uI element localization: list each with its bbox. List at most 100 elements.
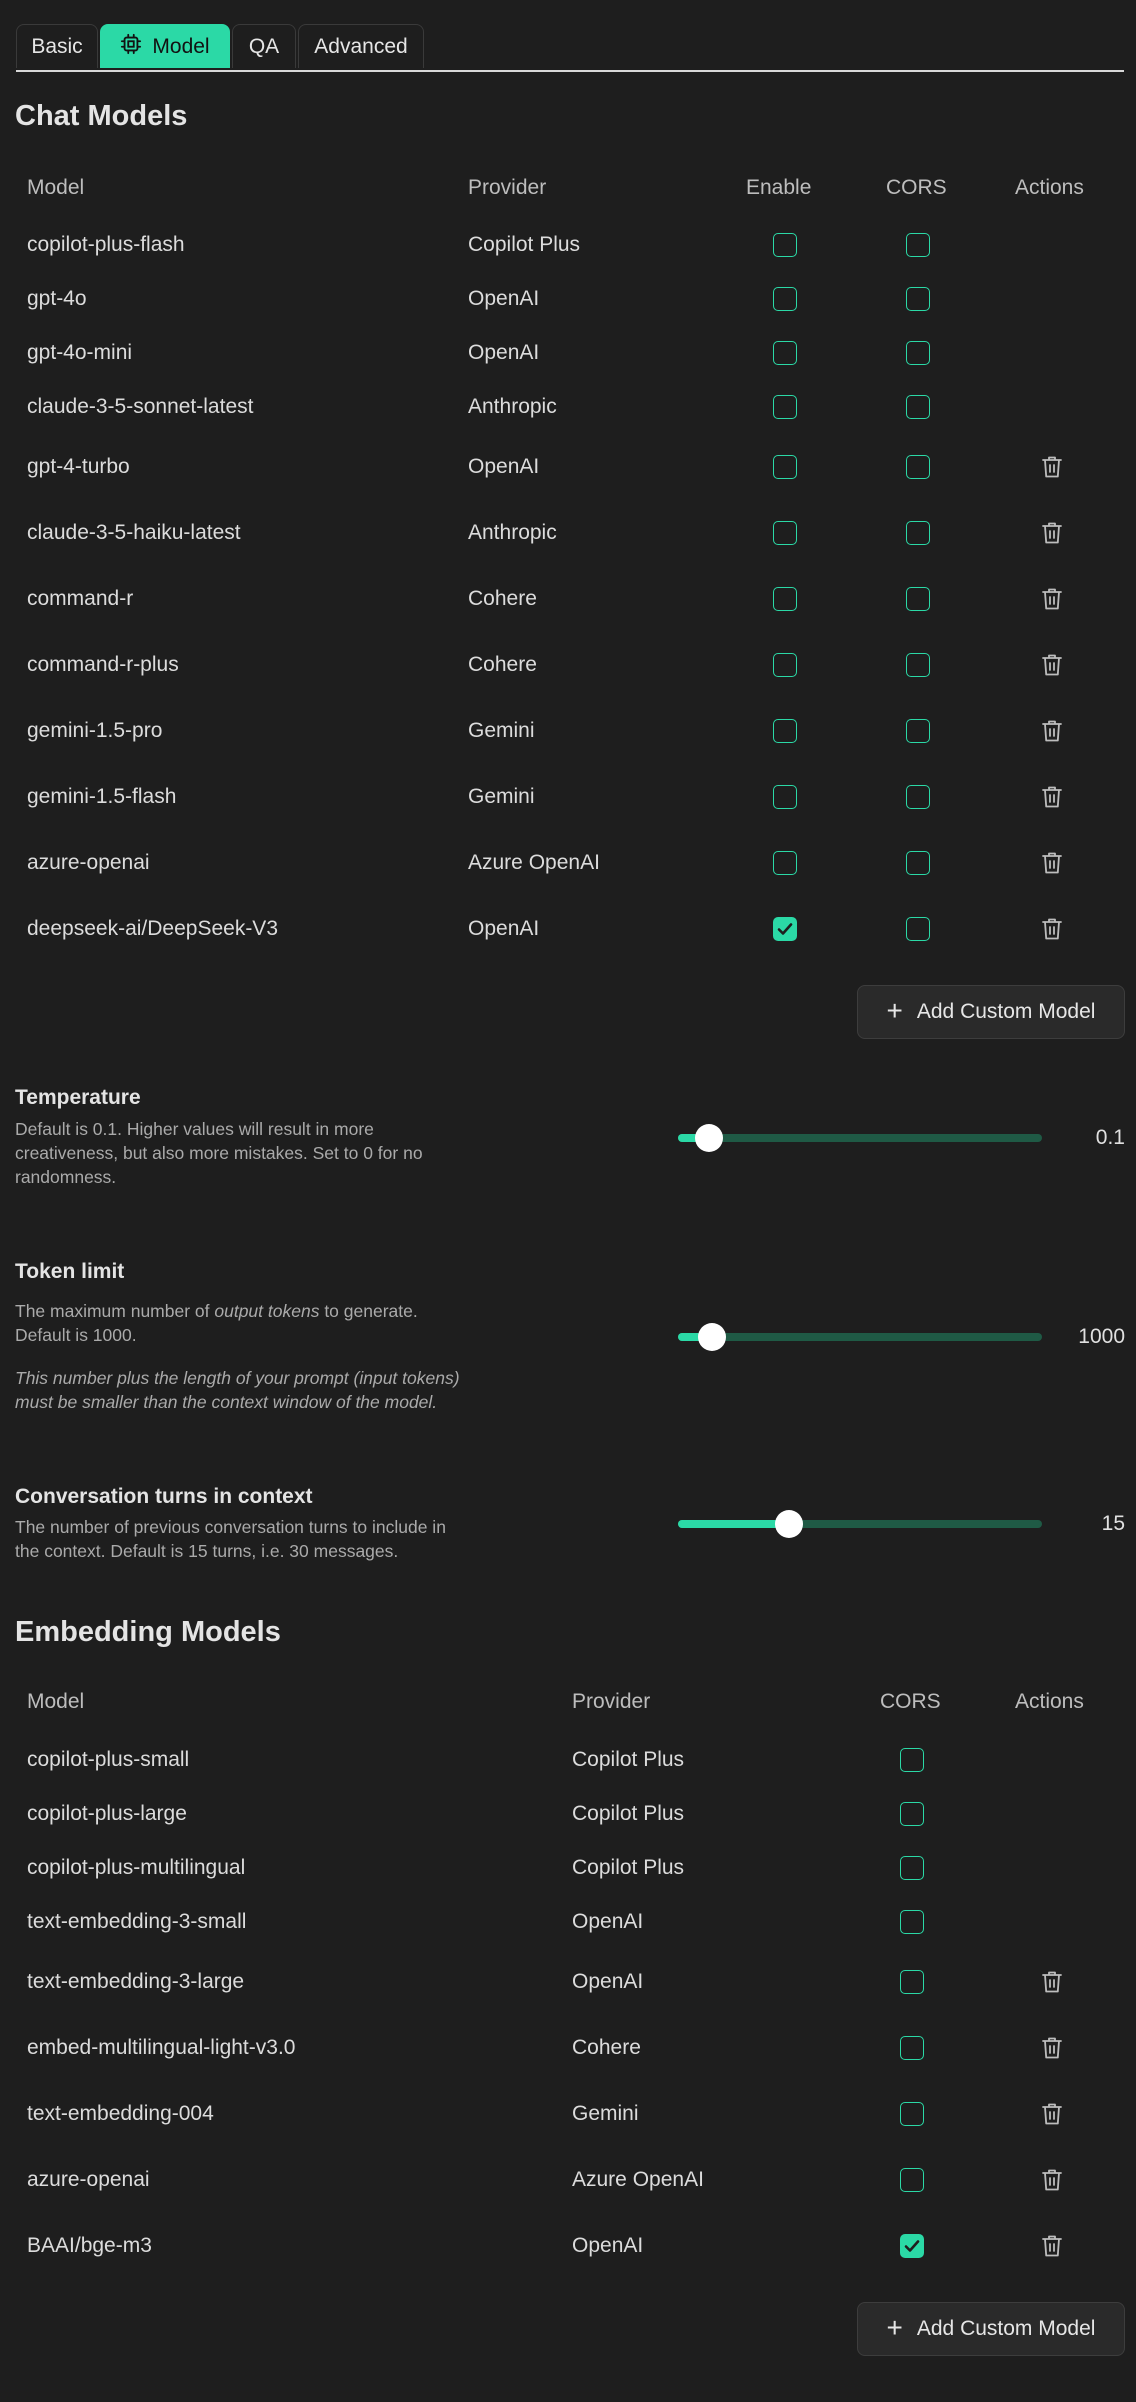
cors-checkbox[interactable] (900, 1802, 924, 1826)
cors-checkbox[interactable] (906, 341, 930, 365)
embedding-header-model: Model (27, 1690, 85, 1713)
provider-name: OpenAI (468, 341, 540, 364)
delete-model-button[interactable] (1041, 2234, 1063, 2258)
temperature-slider[interactable] (678, 1124, 1042, 1152)
cors-checkbox[interactable] (906, 653, 930, 677)
cpu-icon (120, 33, 142, 61)
provider-name: OpenAI (468, 287, 540, 310)
enable-checkbox[interactable] (773, 455, 797, 479)
enable-checkbox[interactable] (773, 719, 797, 743)
token-limit-slider[interactable] (678, 1323, 1042, 1351)
trash-icon (1041, 786, 1063, 813)
enable-checkbox[interactable] (773, 653, 797, 677)
provider-name: Gemini (572, 2102, 639, 2125)
provider-name: OpenAI (468, 917, 540, 940)
token-limit-value: 1000 (1078, 1325, 1125, 1348)
enable-checkbox[interactable] (773, 917, 797, 941)
tab-qa-label: QA (248, 34, 280, 58)
provider-name: Cohere (572, 2036, 641, 2059)
cors-checkbox[interactable] (900, 1748, 924, 1772)
embedding-header-cors: CORS (880, 1690, 941, 1713)
plus-icon: + (886, 994, 903, 1026)
cors-checkbox[interactable] (906, 287, 930, 311)
cors-checkbox[interactable] (906, 587, 930, 611)
cors-checkbox[interactable] (900, 2168, 924, 2192)
chat-models-title: Chat Models (15, 100, 188, 132)
delete-model-button[interactable] (1041, 455, 1063, 479)
model-name: gemini-1.5-pro (27, 719, 163, 742)
tab-basic-label: Basic (31, 34, 83, 58)
delete-model-button[interactable] (1041, 1970, 1063, 1994)
tab-qa[interactable]: QA (232, 24, 296, 68)
delete-model-button[interactable] (1041, 785, 1063, 809)
cors-checkbox[interactable] (900, 2102, 924, 2126)
tab-model-label: Model (152, 34, 210, 58)
tab-basic[interactable]: Basic (16, 24, 98, 68)
provider-name: Gemini (468, 719, 535, 742)
provider-name: OpenAI (468, 455, 540, 478)
token-limit-desc-em: output tokens (214, 1301, 320, 1321)
cors-checkbox[interactable] (906, 395, 930, 419)
chat-header-provider: Provider (468, 176, 547, 199)
cors-checkbox[interactable] (906, 917, 930, 941)
provider-name: Copilot Plus (468, 233, 581, 256)
cors-checkbox[interactable] (900, 1970, 924, 1994)
add-custom-chat-model-label: Add Custom Model (916, 1000, 1096, 1023)
model-name: deepseek-ai/DeepSeek-V3 (27, 917, 278, 940)
tab-model[interactable]: Model (100, 24, 230, 68)
delete-model-button[interactable] (1041, 2168, 1063, 2192)
cors-checkbox[interactable] (900, 2036, 924, 2060)
enable-checkbox[interactable] (773, 233, 797, 257)
provider-name: Azure OpenAI (468, 851, 600, 874)
cors-checkbox[interactable] (906, 521, 930, 545)
cors-checkbox[interactable] (900, 1856, 924, 1880)
enable-checkbox[interactable] (773, 287, 797, 311)
enable-checkbox[interactable] (773, 521, 797, 545)
chat-header-cors: CORS (886, 176, 947, 199)
enable-checkbox[interactable] (773, 851, 797, 875)
enable-checkbox[interactable] (773, 785, 797, 809)
provider-name: Anthropic (468, 395, 557, 418)
conversation-turns-slider-handle[interactable] (775, 1510, 804, 1538)
cors-checkbox[interactable] (900, 1910, 924, 1934)
cors-checkbox[interactable] (906, 233, 930, 257)
chat-header-model: Model (27, 176, 85, 199)
provider-name: Cohere (468, 587, 537, 610)
model-name: gemini-1.5-flash (27, 785, 177, 808)
add-custom-chat-model-button[interactable]: + Add Custom Model (857, 985, 1125, 1039)
model-name: text-embedding-3-large (27, 1970, 245, 1993)
provider-name: Azure OpenAI (572, 2168, 704, 2191)
cors-checkbox[interactable] (906, 851, 930, 875)
cors-checkbox[interactable] (900, 2234, 924, 2258)
delete-model-button[interactable] (1041, 521, 1063, 545)
delete-model-button[interactable] (1041, 587, 1063, 611)
conversation-turns-slider[interactable] (678, 1510, 1042, 1538)
enable-checkbox[interactable] (773, 395, 797, 419)
chat-header-enable: Enable (746, 176, 812, 199)
token-limit-slider-handle[interactable] (698, 1323, 727, 1351)
delete-model-button[interactable] (1041, 719, 1063, 743)
tab-advanced-label: Advanced (314, 34, 408, 58)
cors-checkbox[interactable] (906, 719, 930, 743)
conversation-turns-title: Conversation turns in context (15, 1485, 313, 1508)
cors-checkbox[interactable] (906, 785, 930, 809)
model-name: command-r-plus (27, 653, 179, 676)
enable-checkbox[interactable] (773, 587, 797, 611)
delete-model-button[interactable] (1041, 653, 1063, 677)
enable-checkbox[interactable] (773, 341, 797, 365)
embedding-header-actions: Actions (1015, 1690, 1084, 1713)
model-name: gpt-4o (27, 287, 87, 310)
trash-icon (1041, 2169, 1063, 2196)
provider-name: Gemini (468, 785, 535, 808)
cors-checkbox[interactable] (906, 455, 930, 479)
delete-model-button[interactable] (1041, 917, 1063, 941)
delete-model-button[interactable] (1041, 851, 1063, 875)
model-name: claude-3-5-haiku-latest (27, 521, 241, 544)
delete-model-button[interactable] (1041, 2102, 1063, 2126)
temperature-slider-handle[interactable] (694, 1124, 723, 1152)
model-name: claude-3-5-sonnet-latest (27, 395, 254, 418)
model-name: gpt-4-turbo (27, 455, 130, 478)
add-custom-embedding-model-button[interactable]: + Add Custom Model (857, 2302, 1125, 2356)
delete-model-button[interactable] (1041, 2036, 1063, 2060)
tab-advanced[interactable]: Advanced (298, 24, 424, 68)
